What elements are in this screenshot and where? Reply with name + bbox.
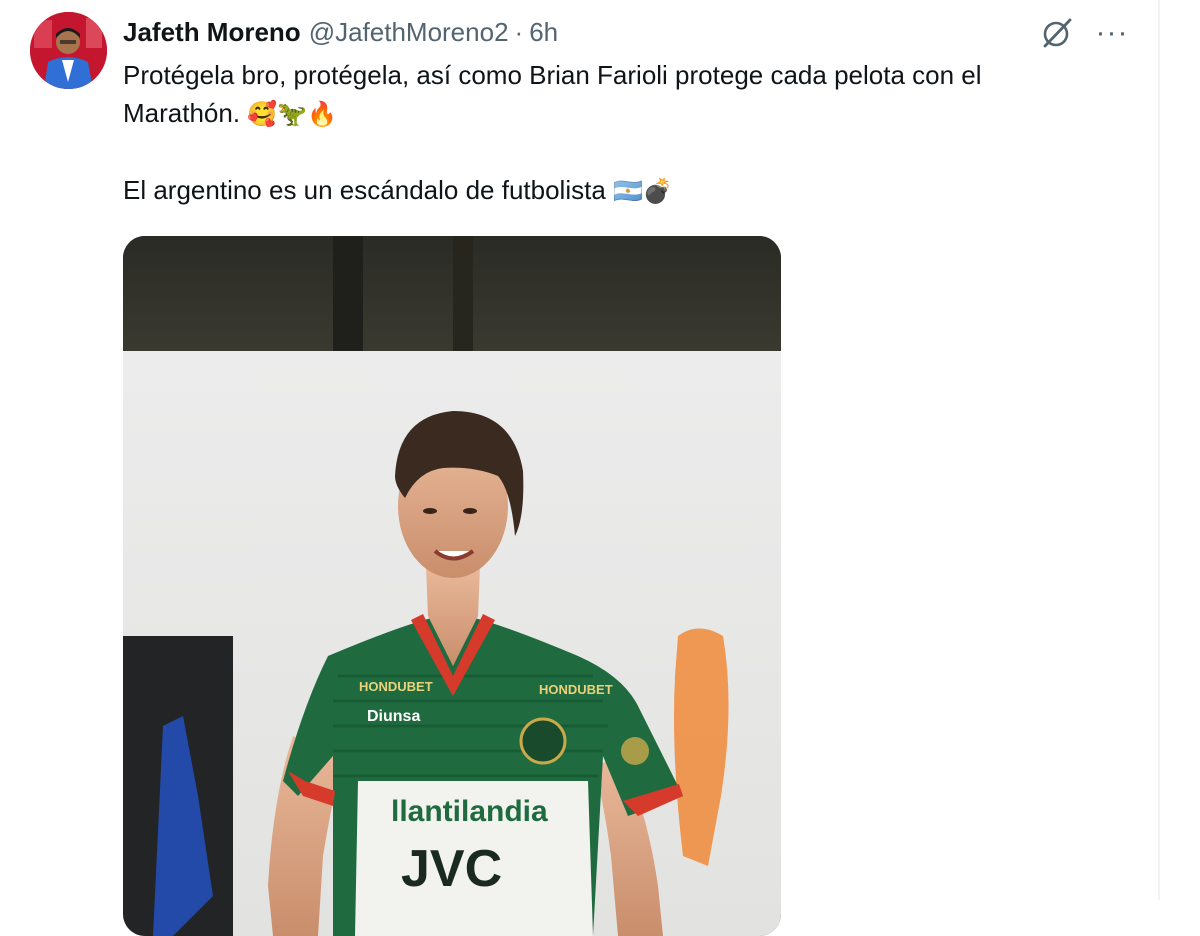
jersey-sponsor-text: llantilandia — [391, 795, 548, 828]
author-handle[interactable]: @JafethMoreno2 — [309, 17, 509, 48]
grok-icon[interactable] — [1040, 16, 1074, 50]
author-name[interactable]: Jafeth Moreno — [123, 17, 301, 48]
tweet-text-line-3-text: El argentino es un escándalo de futbolis… — [123, 175, 606, 205]
separator-dot: · — [514, 16, 524, 47]
tweet-header: Jafeth Moreno @JafethMoreno2 · 6h — [123, 14, 558, 50]
tweet-text-line-2-text: Marathón. — [123, 98, 241, 128]
jersey-chest-left-text: HONDUBET — [359, 679, 433, 694]
avatar-image — [30, 12, 107, 89]
emoji-group-2: 🇦🇷💣 — [613, 177, 673, 205]
tweet-text-line-1: Protégela bro, protégela, así como Brian… — [123, 60, 982, 90]
avatar[interactable] — [30, 12, 107, 89]
tweet-text-line-3: El argentino es un escándalo de futbolis… — [123, 171, 1133, 210]
tweet[interactable]: Jafeth Moreno @JafethMoreno2 · 6h ··· Pr… — [0, 0, 1158, 936]
player-photo: HONDUBET HONDUBET Diunsa llantilandia JV… — [123, 236, 781, 936]
tweet-text-line-2: Marathón. 🥰🦖🔥 — [123, 94, 1133, 133]
column-divider — [1158, 0, 1160, 900]
tweet-text: Protégela bro, protégela, así como Brian… — [123, 56, 1133, 210]
jersey-small-sponsor-text: Diunsa — [367, 708, 420, 725]
more-icon[interactable]: ··· — [1092, 16, 1132, 50]
jersey-chest-right-text: HONDUBET — [539, 682, 613, 697]
jersey-brand-text: JVC — [401, 840, 502, 898]
tweet-media-photo[interactable]: HONDUBET HONDUBET Diunsa llantilandia JV… — [123, 236, 781, 936]
emoji-group-1: 🥰🦖🔥 — [247, 100, 337, 128]
tweet-timestamp[interactable]: 6h — [529, 17, 558, 48]
